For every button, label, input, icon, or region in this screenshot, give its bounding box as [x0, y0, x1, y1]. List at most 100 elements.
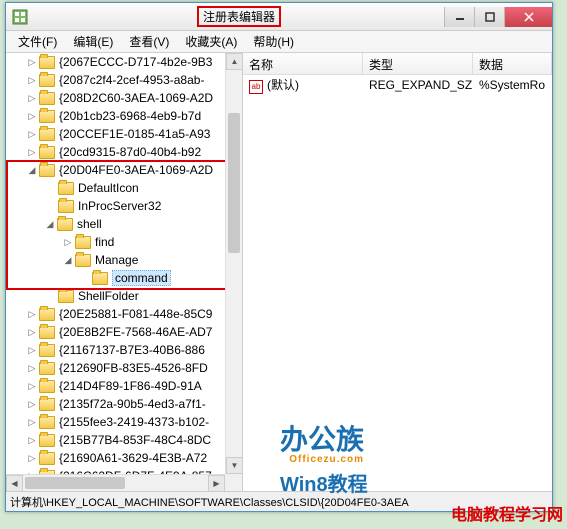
- tree-vscrollbar[interactable]: ▲▼: [225, 53, 242, 474]
- col-type[interactable]: 类型: [363, 53, 473, 74]
- folder-icon: [39, 452, 55, 465]
- scroll-thumb[interactable]: [228, 113, 240, 253]
- expand-icon[interactable]: ▷: [26, 74, 38, 86]
- folder-icon: [39, 164, 55, 177]
- folder-icon: [39, 146, 55, 159]
- tree-label: {212690FB-83E5-4526-8FD: [59, 361, 208, 375]
- tree-node[interactable]: ▷{2087c2f4-2cef-4953-a8ab-: [6, 71, 225, 89]
- tree-node[interactable]: ▷{208D2C60-3AEA-1069-A2D: [6, 89, 225, 107]
- folder-icon: [58, 200, 74, 213]
- maximize-button[interactable]: [474, 7, 504, 27]
- menu-favorites[interactable]: 收藏夹(A): [177, 31, 245, 52]
- folder-icon: [58, 182, 74, 195]
- scroll-corner: [225, 474, 242, 491]
- expand-icon[interactable]: ▷: [26, 452, 38, 464]
- tree-node[interactable]: InProcServer32: [6, 197, 225, 215]
- tree-label: Manage: [95, 253, 138, 267]
- tree-label: {20cd9315-87d0-40b4-b92: [59, 145, 201, 159]
- folder-icon: [39, 344, 55, 357]
- tree-node[interactable]: ▷ {20E8B2FE-7568-46AE-AD7: [6, 323, 225, 341]
- folder-icon: [39, 56, 55, 69]
- tree-node[interactable]: ▷ {20cd9315-87d0-40b4-b92: [6, 143, 225, 161]
- tree-label: {2067ECCC-D717-4b2e-9B3: [59, 55, 212, 69]
- collapse-icon[interactable]: ◢: [62, 254, 74, 266]
- expand-icon[interactable]: ▷: [26, 92, 38, 104]
- expand-icon[interactable]: ▷: [26, 398, 38, 410]
- menu-view[interactable]: 查看(V): [121, 31, 177, 52]
- scroll-thumb[interactable]: [25, 477, 125, 489]
- expand-icon[interactable]: ▷: [26, 146, 38, 158]
- expand-icon[interactable]: ▷: [26, 128, 38, 140]
- tree-node[interactable]: ▷{20b1cb23-6968-4eb9-b7d: [6, 107, 225, 125]
- value-name: (默认): [267, 78, 299, 92]
- scroll-down-icon[interactable]: ▼: [226, 457, 243, 474]
- tree-node[interactable]: DefaultIcon: [6, 179, 225, 197]
- scroll-up-icon[interactable]: ▲: [226, 53, 243, 70]
- cell-data: %SystemRo: [473, 78, 552, 92]
- expand-icon[interactable]: ▷: [26, 362, 38, 374]
- tree-node[interactable]: ▷{20E25881-F081-448e-85C9: [6, 305, 225, 323]
- string-value-icon: ab: [249, 80, 263, 94]
- cell-type: REG_EXPAND_SZ: [363, 78, 473, 92]
- scroll-right-icon[interactable]: ▶: [208, 475, 225, 492]
- status-bar: 计算机\HKEY_LOCAL_MACHINE\SOFTWARE\Classes\…: [6, 491, 552, 511]
- expand-icon[interactable]: ▷: [26, 416, 38, 428]
- app-icon: [12, 9, 28, 25]
- expand-icon[interactable]: ▷: [26, 380, 38, 392]
- tree-node[interactable]: ▷ {2135f72a-90b5-4ed3-a7f1-: [6, 395, 225, 413]
- tree-node[interactable]: ▷{20CCEF1E-0185-41a5-A93: [6, 125, 225, 143]
- expand-icon[interactable]: ▷: [62, 236, 74, 248]
- tree-label: {20E8B2FE-7568-46AE-AD7: [59, 325, 212, 339]
- scroll-left-icon[interactable]: ◀: [6, 475, 23, 492]
- tree-label: ShellFolder: [78, 289, 139, 303]
- tree-hscrollbar[interactable]: ◀▶: [6, 474, 225, 491]
- minimize-button[interactable]: [444, 7, 474, 27]
- tree-node-selected[interactable]: command: [6, 269, 225, 287]
- tree-node[interactable]: ▷ {215B77B4-853F-48C4-8DC: [6, 431, 225, 449]
- tree-label: {2135f72a-90b5-4ed3-a7f1-: [59, 397, 206, 411]
- tree-node[interactable]: ▷ {212690FB-83E5-4526-8FD: [6, 359, 225, 377]
- folder-icon: [58, 290, 74, 303]
- folder-icon: [75, 254, 91, 267]
- menu-file[interactable]: 文件(F): [10, 31, 65, 52]
- expand-icon[interactable]: ▷: [26, 110, 38, 122]
- window-title: 注册表编辑器: [197, 6, 281, 27]
- folder-icon: [39, 128, 55, 141]
- tree-node[interactable]: ShellFolder: [6, 287, 225, 305]
- list-pane: 名称 类型 数据 ab (默认) REG_EXPAND_SZ %SystemRo: [243, 53, 552, 491]
- folder-icon: [39, 380, 55, 393]
- expand-icon[interactable]: ▷: [26, 308, 38, 320]
- collapse-icon[interactable]: ◢: [26, 164, 38, 176]
- tree-node[interactable]: ▷{21167137-B7E3-40B6-886: [6, 341, 225, 359]
- folder-icon: [39, 434, 55, 447]
- expand-icon[interactable]: ▷: [26, 56, 38, 68]
- folder-icon: [39, 110, 55, 123]
- expand-icon[interactable]: ▷: [26, 434, 38, 446]
- tree-node[interactable]: ◢shell: [6, 215, 225, 233]
- list-row[interactable]: ab (默认) REG_EXPAND_SZ %SystemRo: [243, 75, 552, 95]
- col-name[interactable]: 名称: [243, 53, 363, 74]
- folder-icon: [57, 218, 73, 231]
- folder-icon: [39, 416, 55, 429]
- tree-node[interactable]: ▷{216C62DF-6D7F-4E9A-857: [6, 467, 225, 474]
- tree-label: {2155fee3-2419-4373-b102-: [59, 415, 209, 429]
- folder-icon: [92, 272, 108, 285]
- tree-label: {21690A61-3629-4E3B-A72: [59, 451, 207, 465]
- tree-node[interactable]: ▷ {2155fee3-2419-4373-b102-: [6, 413, 225, 431]
- tree-label: {215B77B4-853F-48C4-8DC: [59, 433, 211, 447]
- tree-node[interactable]: ▷{214D4F89-1F86-49D-91A: [6, 377, 225, 395]
- close-button[interactable]: [504, 7, 552, 27]
- tree-node[interactable]: ▷ {2067ECCC-D717-4b2e-9B3: [6, 53, 225, 71]
- tree-label: command: [112, 270, 171, 286]
- tree-node[interactable]: ◢ Manage: [6, 251, 225, 269]
- tree-pane: ▷ {2067ECCC-D717-4b2e-9B3 ▷{2087c2f4-2cef-…: [6, 53, 243, 491]
- expand-icon[interactable]: ▷: [26, 326, 38, 338]
- col-data[interactable]: 数据: [473, 53, 552, 74]
- collapse-icon[interactable]: ◢: [44, 218, 56, 230]
- expand-icon[interactable]: ▷: [26, 344, 38, 356]
- tree-node[interactable]: ▷find: [6, 233, 225, 251]
- menu-help[interactable]: 帮助(H): [245, 31, 302, 52]
- tree-node[interactable]: ◢{20D04FE0-3AEA-1069-A2D: [6, 161, 225, 179]
- menu-edit[interactable]: 编辑(E): [65, 31, 121, 52]
- tree-node[interactable]: ▷ {21690A61-3629-4E3B-A72: [6, 449, 225, 467]
